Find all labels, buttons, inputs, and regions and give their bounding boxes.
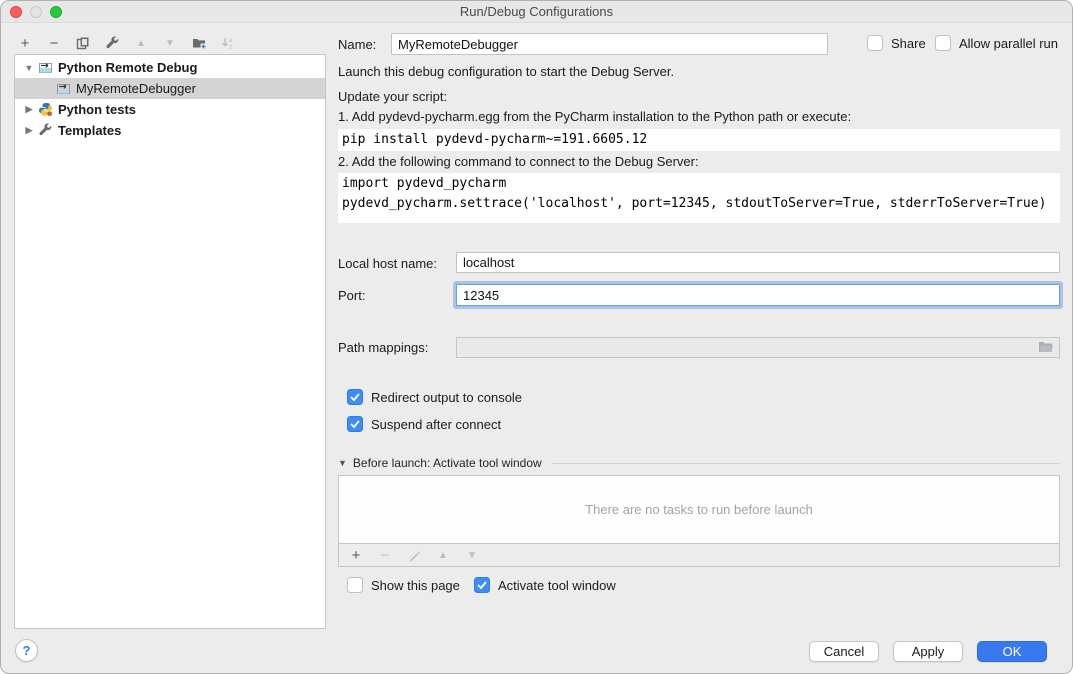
- allow-parallel-run-label: Allow parallel run: [959, 36, 1058, 51]
- tree-expand-icon[interactable]: ▶: [23, 125, 35, 136]
- empty-tasks-text: There are no tasks to run before launch: [585, 502, 813, 517]
- tree-item-label: MyRemoteDebugger: [76, 81, 196, 96]
- edit-task-icon: [406, 547, 422, 563]
- edit-templates-icon[interactable]: [104, 35, 120, 51]
- collapse-icon[interactable]: ▼: [338, 458, 347, 468]
- minimize-window-button: [30, 6, 42, 18]
- ok-button[interactable]: OK: [977, 641, 1047, 662]
- configuration-form: Name: Share Allow parallel run Launch th…: [338, 23, 1060, 674]
- move-task-up-icon: ▲: [435, 547, 451, 563]
- port-input[interactable]: [456, 284, 1060, 306]
- share-label: Share: [891, 36, 926, 51]
- path-mappings-label: Path mappings:: [338, 340, 428, 355]
- step2-text: 2. Add the following command to connect …: [338, 154, 699, 169]
- close-window-button[interactable]: [10, 6, 22, 18]
- step1-text: 1. Add pydevd-pycharm.egg from the PyCha…: [338, 109, 851, 124]
- tree-item-label: Python Remote Debug: [58, 60, 197, 75]
- dialog-footer: ? Cancel Apply OK: [1, 629, 1072, 673]
- sidebar: + − ▲ ▼ az ▼ Python Remote D: [1, 23, 338, 673]
- tree-item-templates[interactable]: ▶ Templates: [15, 120, 325, 141]
- path-mappings-field: [456, 337, 1060, 358]
- before-launch-header[interactable]: ▼ Before launch: Activate tool window: [338, 456, 1060, 470]
- add-configuration-icon[interactable]: +: [17, 35, 33, 51]
- redirect-output-checkbox[interactable]: [347, 389, 363, 405]
- local-host-name-input[interactable]: [456, 252, 1060, 273]
- before-launch-task-list: There are no tasks to run before launch: [338, 475, 1060, 544]
- share-checkbox[interactable]: [867, 35, 883, 51]
- activate-tool-window-label: Activate tool window: [498, 578, 616, 593]
- zoom-window-button[interactable]: [50, 6, 62, 18]
- remote-debug-config-icon: [38, 60, 53, 75]
- before-launch-toolbar: + − ▲ ▼: [338, 544, 1060, 567]
- tree-item-python-tests[interactable]: ▶ Python tests: [15, 99, 325, 120]
- move-task-down-icon: ▼: [464, 547, 480, 563]
- python-tests-icon: [38, 102, 53, 117]
- new-folder-icon[interactable]: [191, 35, 207, 51]
- port-label: Port:: [338, 288, 365, 303]
- sidebar-toolbar: + − ▲ ▼ az: [17, 32, 236, 54]
- local-host-name-label: Local host name:: [338, 256, 437, 271]
- settrace-code: import pydevd_pycharm pydevd_pycharm.set…: [338, 173, 1060, 223]
- move-down-icon: ▼: [162, 35, 178, 51]
- svg-text:a: a: [229, 37, 233, 44]
- browse-folder-icon[interactable]: [1038, 340, 1054, 356]
- run-debug-configurations-dialog: Run/Debug Configurations + − ▲ ▼ az ▼: [0, 0, 1073, 674]
- wrench-icon: [38, 123, 53, 138]
- tree-expand-icon[interactable]: ▶: [23, 104, 35, 115]
- tree-item-label: Templates: [58, 123, 121, 138]
- svg-text:z: z: [229, 44, 232, 50]
- tree-item-label: Python tests: [58, 102, 136, 117]
- copy-configuration-icon[interactable]: [75, 35, 91, 51]
- suspend-after-connect-label: Suspend after connect: [371, 417, 501, 432]
- name-input[interactable]: [391, 33, 828, 55]
- before-launch-title: Before launch: Activate tool window: [353, 456, 542, 470]
- tree-item-python-remote-debug[interactable]: ▼ Python Remote Debug: [15, 57, 325, 78]
- tree-item-myremotedebugger[interactable]: MyRemoteDebugger: [15, 78, 325, 99]
- configurations-tree: ▼ Python Remote Debug MyRemoteDebugger ▶…: [14, 54, 326, 629]
- window-title: Run/Debug Configurations: [1, 4, 1072, 19]
- help-button[interactable]: ?: [15, 639, 38, 662]
- suspend-after-connect-checkbox[interactable]: [347, 416, 363, 432]
- intro-text: Launch this debug configuration to start…: [338, 64, 674, 79]
- update-script-text: Update your script:: [338, 89, 447, 104]
- redirect-output-label: Redirect output to console: [371, 390, 522, 405]
- divider: [552, 463, 1060, 464]
- apply-button[interactable]: Apply: [893, 641, 963, 662]
- remote-debug-config-icon: [56, 81, 71, 96]
- activate-tool-window-checkbox[interactable]: [474, 577, 490, 593]
- allow-parallel-run-checkbox[interactable]: [935, 35, 951, 51]
- sort-alphabetically-icon: az: [220, 35, 236, 51]
- show-this-page-label: Show this page: [371, 578, 460, 593]
- add-task-icon[interactable]: +: [348, 547, 364, 563]
- remove-configuration-icon[interactable]: −: [46, 35, 62, 51]
- name-label: Name:: [338, 37, 376, 52]
- pip-install-code: pip install pydevd-pycharm~=191.6605.12: [338, 129, 1060, 151]
- cancel-button[interactable]: Cancel: [809, 641, 879, 662]
- title-bar: Run/Debug Configurations: [1, 1, 1072, 23]
- tree-expand-icon[interactable]: ▼: [23, 63, 35, 73]
- move-up-icon: ▲: [133, 35, 149, 51]
- show-this-page-checkbox[interactable]: [347, 577, 363, 593]
- remove-task-icon: −: [377, 547, 393, 563]
